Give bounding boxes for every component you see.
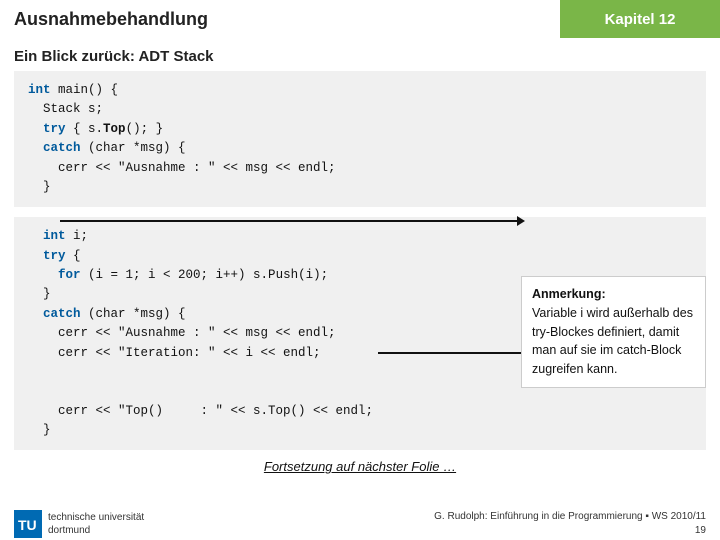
page-title: Ausnahmebehandlung <box>0 9 560 30</box>
code-line: int main() { <box>28 81 692 100</box>
svg-text:TU: TU <box>18 517 37 533</box>
continuation-text: Fortsetzung auf nächster Folie … <box>264 459 456 474</box>
code-block-1: int main() { Stack s; try { s.Top(); } c… <box>14 71 706 207</box>
bottom-bar: TU technische universität dortmund G. Ru… <box>0 508 720 540</box>
tud-logo-icon: TU <box>14 510 42 538</box>
code-line: Stack s; <box>28 100 692 119</box>
code-line: try { <box>28 247 692 266</box>
note-box: Anmerkung: Variable i wird außerhalb des… <box>521 276 706 388</box>
code-line: cerr << "Ausnahme : " << msg << endl; <box>28 159 692 178</box>
code-line: cerr << "Top() : " << s.Top() << endl; <box>28 402 692 421</box>
credit-text: G. Rudolph: Einführung in die Programmie… <box>434 511 706 522</box>
code-line: catch (char *msg) { <box>28 139 692 158</box>
code-line: } <box>28 178 692 197</box>
code-line: int i; <box>28 227 692 246</box>
chapter-badge: Kapitel 12 <box>560 0 720 38</box>
note-text: Variable i wird außerhalb des try-Blocke… <box>532 306 693 376</box>
note-title: Anmerkung: <box>532 287 606 301</box>
subtitle: Ein Blick zurück: ADT Stack <box>0 38 720 71</box>
code-line: } <box>28 421 692 440</box>
code-wrapper: int main() { Stack s; try { s.Top(); } c… <box>0 71 720 450</box>
code-line: try { s.Top(); } <box>28 120 692 139</box>
footer-credit: G. Rudolph: Einführung in die Programmie… <box>434 510 706 538</box>
tud-logo: TU technische universität dortmund <box>14 510 144 538</box>
header: Ausnahmebehandlung Kapitel 12 <box>0 0 720 38</box>
footer-area: Fortsetzung auf nächster Folie … <box>14 458 706 476</box>
arrow-line-1 <box>60 220 518 222</box>
tud-text: technische universität dortmund <box>48 511 144 537</box>
page-number: 19 <box>695 525 706 536</box>
